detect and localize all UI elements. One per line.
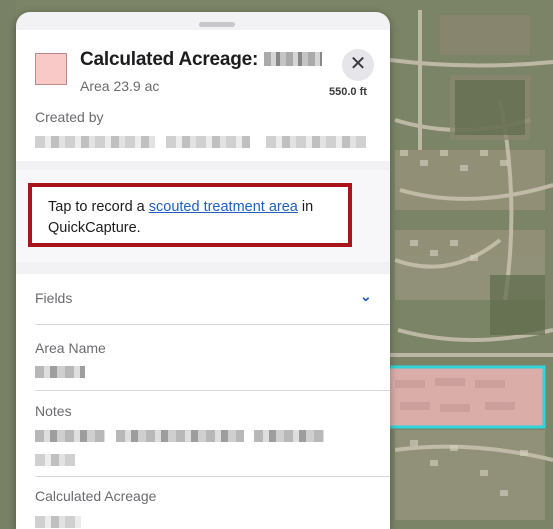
- redacted-title-value: [264, 52, 323, 66]
- fields-section: Fields ⌄ Area Name Notes Calculated Acre…: [16, 274, 390, 529]
- feature-title: Calculated Acreage:: [80, 49, 323, 71]
- feature-popup: Calculated Acreage: Area 23.9 ac ✕ 550.0…: [16, 12, 390, 529]
- redacted-creator: [35, 136, 155, 148]
- redacted-notes: [116, 430, 244, 442]
- drag-handle[interactable]: [199, 22, 235, 27]
- divider: [35, 390, 390, 391]
- redacted-notes: [254, 430, 324, 442]
- redacted-area-name: [35, 366, 85, 378]
- redacted-creator: [266, 136, 366, 148]
- redacted-creator: [166, 136, 250, 148]
- quickcapture-callout: Tap to record a scouted treatment area i…: [28, 183, 352, 247]
- close-icon[interactable]: ✕: [342, 49, 374, 81]
- divider: [35, 324, 390, 325]
- calculated-acreage-label: Calculated Acreage: [35, 488, 157, 504]
- chevron-down-icon[interactable]: ⌄: [360, 288, 372, 305]
- notes-label: Notes: [35, 403, 72, 419]
- created-by-label: Created by: [35, 109, 104, 125]
- fields-header[interactable]: Fields: [35, 290, 72, 306]
- quickcapture-section: Tap to record a scouted treatment area i…: [16, 170, 390, 262]
- redacted-notes: [35, 430, 105, 442]
- divider: [35, 476, 390, 477]
- area-name-label: Area Name: [35, 340, 106, 356]
- quickcapture-link[interactable]: scouted treatment area: [149, 199, 298, 215]
- area-subtitle: Area 23.9 ac: [80, 78, 160, 94]
- redacted-notes: [35, 454, 75, 466]
- calculated-acreage-polygon[interactable]: [376, 365, 546, 429]
- created-by-section: Created by: [16, 97, 390, 161]
- symbol-swatch: [35, 53, 67, 85]
- redacted-acreage: [35, 516, 81, 528]
